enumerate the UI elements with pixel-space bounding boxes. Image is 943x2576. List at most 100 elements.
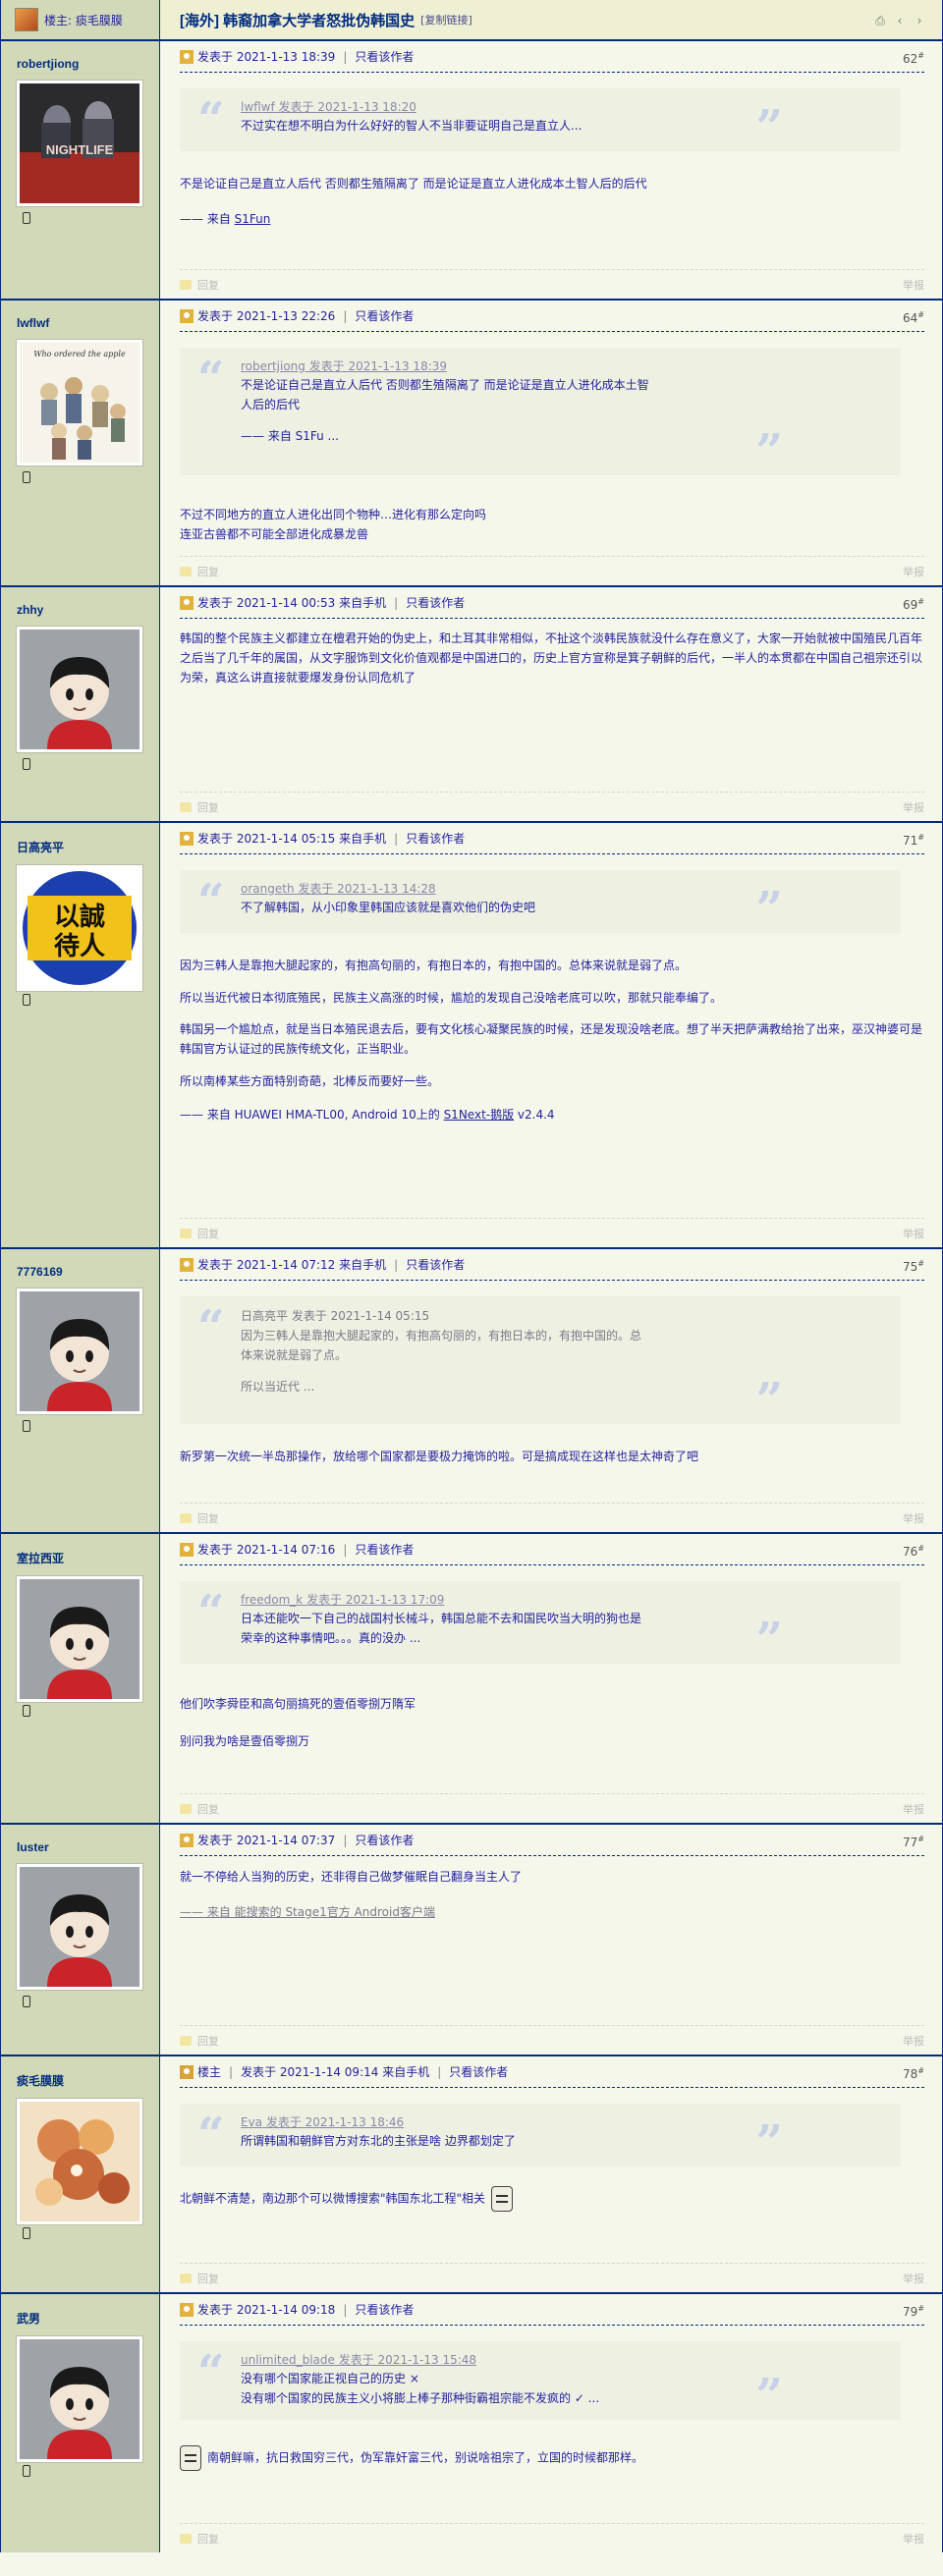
title-area: [海外] 韩裔加拿大学者怒批伪韩国史 [复制链接] ⎙ ‹ › xyxy=(160,0,942,39)
only-author-link[interactable]: 只看该作者 xyxy=(355,48,414,65)
avatar[interactable] xyxy=(17,2336,142,2462)
floor-number[interactable]: 71# xyxy=(903,833,924,848)
floor-number[interactable]: 64# xyxy=(903,310,924,325)
reply-icon xyxy=(180,2035,192,2046)
post-content: 发表于 2021-1-13 22:26 | 只看该作者 64# “ robert… xyxy=(160,301,942,585)
op-avatar-mini[interactable] xyxy=(15,8,38,31)
floor-value: 78 xyxy=(903,2067,918,2081)
quote-line: 因为三韩人是靠抱大腿起家的，有抱高句丽的，有抱日本的，有抱中国的。总 xyxy=(241,1329,642,1343)
report-button[interactable]: 举报 xyxy=(903,2271,924,2286)
op-label[interactable]: 楼主: 痰毛膜膜 xyxy=(44,12,123,28)
next-thread-icon[interactable]: › xyxy=(913,14,926,27)
quote-meta[interactable]: robertjiong 发表于 2021-1-13 18:39 xyxy=(241,357,842,375)
quote-meta[interactable]: lwflwf 发表于 2021-1-13 18:20 xyxy=(241,98,842,116)
quote-open-icon: “ xyxy=(197,874,225,929)
only-author-link[interactable]: 只看该作者 xyxy=(449,2063,508,2080)
reply-button[interactable]: 回复 xyxy=(197,1510,219,1526)
separator: | xyxy=(343,2302,348,2317)
report-button[interactable]: 举报 xyxy=(903,277,924,293)
floor-number[interactable]: 79# xyxy=(903,2304,924,2319)
avatar[interactable] xyxy=(17,627,142,752)
post-text: 别问我为啥是壹佰零捌万 xyxy=(180,1734,310,1748)
username[interactable]: 痰毛膜膜 xyxy=(17,2072,159,2089)
report-button[interactable]: 举报 xyxy=(903,1510,924,1526)
username[interactable]: 7776169 xyxy=(17,1265,159,1279)
quote-meta[interactable]: freedom_k 发表于 2021-1-13 17:09 xyxy=(241,1591,842,1609)
only-author-link[interactable]: 只看该作者 xyxy=(355,1832,414,1848)
quote-meta[interactable]: orangeth 发表于 2021-1-13 14:28 xyxy=(241,880,842,898)
report-button[interactable]: 举报 xyxy=(903,799,924,815)
svg-text:以誠: 以誠 xyxy=(54,903,105,932)
avatar[interactable]: NIGHTLIFE xyxy=(17,81,142,206)
reply-button[interactable]: 回复 xyxy=(197,564,219,579)
post-69: zhhy 发表于 2021-1-14 00:53 来自手机 | 只看该作者 69… xyxy=(1,587,942,823)
author-icon xyxy=(180,1257,194,1272)
author-icon xyxy=(180,831,194,846)
post-text: 就一不停给人当狗的历史，还非得自己做梦催眠自己翻身当主人了 xyxy=(180,1870,523,1884)
quote-meta[interactable]: unlimited_blade 发表于 2021-1-13 15:48 xyxy=(241,2351,842,2369)
only-author-link[interactable]: 只看该作者 xyxy=(355,307,414,324)
post-author: zhhy xyxy=(1,587,160,821)
signature-link[interactable]: S1Fun xyxy=(235,212,271,226)
floor-number[interactable]: 62# xyxy=(903,51,924,66)
reply-button[interactable]: 回复 xyxy=(197,2033,219,2049)
floor-number[interactable]: 78# xyxy=(903,2066,924,2081)
avatar[interactable]: Who ordered the apple xyxy=(17,340,142,466)
floor-number[interactable]: 76# xyxy=(903,1544,924,1559)
report-button[interactable]: 举报 xyxy=(903,1801,924,1817)
quote-close-icon: ” xyxy=(755,424,783,479)
quote-line xyxy=(241,1365,842,1377)
only-author-link[interactable]: 只看该作者 xyxy=(406,1256,465,1273)
quote-block: “ freedom_k 发表于 2021-1-13 17:09 日本还能吹一下自… xyxy=(180,1581,901,1664)
post-footer: 回复 举报 xyxy=(180,792,924,821)
username[interactable]: 室拉西亚 xyxy=(17,1550,159,1566)
reply-button[interactable]: 回复 xyxy=(197,2271,219,2286)
post-text: 韩国的整个民族主义都建立在檀君开始的伪史上，和土耳其非常相似，不扯这个淡韩民族就… xyxy=(180,631,923,685)
post-line: 连亚古兽都不可能全部进化成暴龙兽 xyxy=(180,527,369,541)
floor-number[interactable]: 69# xyxy=(903,597,924,612)
floor-number[interactable]: 75# xyxy=(903,1259,924,1274)
quote-block: “ 日高亮平 发表于 2021-1-14 05:15 因为三韩人是靠抱大腿起家的… xyxy=(180,1296,901,1424)
avatar[interactable]: 以誠 待人 xyxy=(17,865,142,991)
username[interactable]: zhhy xyxy=(17,603,159,617)
report-button[interactable]: 举报 xyxy=(903,2531,924,2547)
author-icon xyxy=(180,595,194,610)
username[interactable]: 日高亮平 xyxy=(17,839,159,855)
only-author-link[interactable]: 只看该作者 xyxy=(406,594,465,611)
username[interactable]: 武男 xyxy=(17,2310,159,2327)
print-icon[interactable]: ⎙ xyxy=(873,14,887,27)
avatar[interactable] xyxy=(17,1864,142,1990)
post-signature[interactable]: —— 来自 能搜索的 Stage1官方 Android客户端 xyxy=(180,1901,924,1923)
report-button[interactable]: 举报 xyxy=(903,2033,924,2049)
only-author-link[interactable]: 只看该作者 xyxy=(406,830,465,847)
reply-button[interactable]: 回复 xyxy=(197,1226,219,1241)
avatar[interactable] xyxy=(17,1288,142,1414)
quote-close-icon: ” xyxy=(755,1373,783,1428)
floor-number[interactable]: 77# xyxy=(903,1835,924,1849)
report-button[interactable]: 举报 xyxy=(903,1226,924,1241)
only-author-link[interactable]: 只看该作者 xyxy=(355,2301,414,2318)
post-content: 发表于 2021-1-13 18:39 | 只看该作者 62# “ lwflwf… xyxy=(160,41,942,299)
quote-open-icon: “ xyxy=(197,92,225,147)
floor-value: 76 xyxy=(903,1545,918,1559)
username[interactable]: luster xyxy=(17,1840,159,1854)
reply-button[interactable]: 回复 xyxy=(197,1801,219,1817)
reply-button[interactable]: 回复 xyxy=(197,2531,219,2547)
post-author: lwflwf Who ordered the apple xyxy=(1,301,160,585)
report-button[interactable]: 举报 xyxy=(903,564,924,579)
reply-button[interactable]: 回复 xyxy=(197,277,219,293)
copy-link-button[interactable]: [复制链接] xyxy=(420,12,472,27)
mobile-icon xyxy=(23,994,30,1006)
prev-thread-icon[interactable]: ‹ xyxy=(893,14,907,27)
avatar[interactable] xyxy=(17,1576,142,1702)
post-author: 痰毛膜膜 xyxy=(1,2056,160,2292)
quote-meta[interactable]: Eva 发表于 2021-1-13 18:46 xyxy=(241,2113,842,2131)
username[interactable]: robertjiong xyxy=(17,57,159,71)
avatar[interactable] xyxy=(17,2099,142,2224)
only-author-link[interactable]: 只看该作者 xyxy=(355,1541,414,1558)
username[interactable]: lwflwf xyxy=(17,316,159,330)
post-signature: —— 来自 HUAWEI HMA-TL00, Android 10上的 S1Ne… xyxy=(180,1104,924,1125)
quote-meta[interactable]: 日高亮平 发表于 2021-1-14 05:15 xyxy=(241,1306,842,1326)
signature-link[interactable]: S1Next-鹅版 xyxy=(444,1108,515,1122)
reply-button[interactable]: 回复 xyxy=(197,799,219,815)
